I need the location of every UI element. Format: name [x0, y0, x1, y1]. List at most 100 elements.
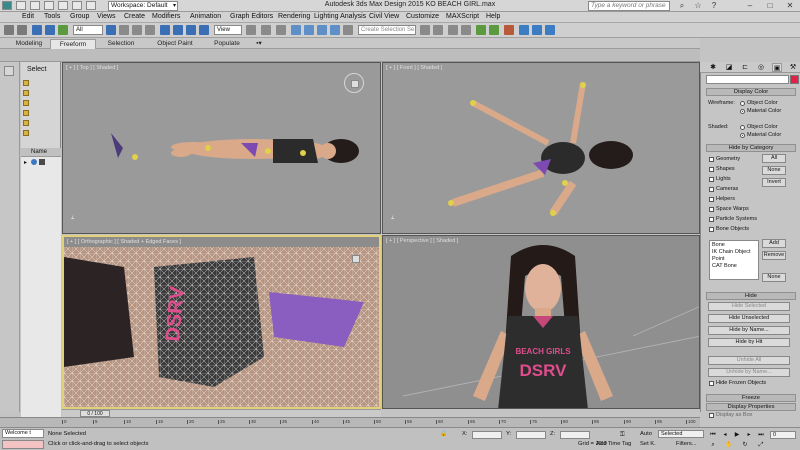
- menu-edit[interactable]: Edit: [22, 13, 34, 20]
- material-editor-icon[interactable]: [504, 25, 514, 35]
- list-item[interactable]: IK Chain Object: [712, 249, 751, 255]
- key-filter-dropdown[interactable]: Selected: [658, 430, 704, 438]
- tab-modeling[interactable]: Modeling: [10, 39, 48, 49]
- auto-key-button[interactable]: Auto: [640, 431, 652, 437]
- rollout-freeze[interactable]: Freeze: [706, 394, 796, 402]
- play-icon[interactable]: ▶: [732, 431, 742, 439]
- viewport-top[interactable]: [ + ] [ Top ] [ Shaded ] ⟂: [62, 62, 381, 234]
- project-folder-icon[interactable]: [86, 1, 96, 10]
- maxscript-output-field[interactable]: [2, 440, 44, 449]
- list-item[interactable]: Bone: [712, 242, 725, 248]
- open-file-icon[interactable]: [30, 1, 40, 10]
- category-lights-checkbox[interactable]: [709, 177, 714, 182]
- pivot-center-icon[interactable]: [246, 25, 256, 35]
- lock-selection-icon[interactable]: 🔒: [440, 431, 447, 437]
- filter-geometry-icon[interactable]: [23, 80, 29, 86]
- scale-icon[interactable]: [186, 25, 196, 35]
- save-file-icon[interactable]: [44, 1, 54, 10]
- redo-icon[interactable]: [72, 1, 82, 10]
- prev-frame-icon[interactable]: ◂: [720, 431, 730, 439]
- bone-filter-add-button[interactable]: Add: [762, 239, 786, 248]
- hide-selected-button[interactable]: Hide Selected: [708, 302, 790, 311]
- display-as-box-checkbox[interactable]: [709, 413, 714, 418]
- rectangular-selection-icon[interactable]: [132, 25, 142, 35]
- rollout-hide-by-category[interactable]: Hide by Category: [706, 144, 796, 152]
- spinner-snap-icon[interactable]: [330, 25, 340, 35]
- tab-freeform[interactable]: Freeform: [50, 39, 96, 49]
- hide-frozen-checkbox[interactable]: [709, 381, 714, 386]
- bone-filter-remove-button[interactable]: Remove: [762, 251, 786, 260]
- object-name-field[interactable]: [706, 75, 789, 84]
- select-manipulate-icon[interactable]: [261, 25, 271, 35]
- next-frame-icon[interactable]: ▸: [744, 431, 754, 439]
- rollout-display-properties[interactable]: Display Properties: [706, 403, 796, 411]
- curve-editor-icon[interactable]: [476, 25, 486, 35]
- hide-by-hit-button[interactable]: Hide by Hit: [708, 338, 790, 347]
- viewcube-top[interactable]: [344, 73, 364, 93]
- minimize-button[interactable]: –: [740, 0, 760, 11]
- new-file-icon[interactable]: [16, 1, 26, 10]
- category-space-warps-checkbox[interactable]: [709, 207, 714, 212]
- filter-lights-icon[interactable]: [23, 100, 29, 106]
- zoom-icon[interactable]: ⌕: [708, 441, 718, 449]
- category-invert-button[interactable]: Invert: [762, 178, 786, 187]
- menu-help[interactable]: Help: [486, 13, 500, 20]
- filter-spacewarps-icon[interactable]: [23, 130, 29, 136]
- undo-tool-icon[interactable]: [4, 25, 14, 35]
- key-icon[interactable]: ⚿: [620, 432, 624, 439]
- category-cameras-checkbox[interactable]: [709, 187, 714, 192]
- scene-tree[interactable]: ▸: [21, 157, 61, 450]
- pan-icon[interactable]: ✋: [724, 441, 734, 449]
- viewport-perspective[interactable]: [ + ] [ Perspective ] [ Shaded ] BEACH G…: [382, 235, 700, 409]
- percent-snap-icon[interactable]: [317, 25, 327, 35]
- keyboard-shortcut-icon[interactable]: [276, 25, 286, 35]
- hide-unselected-button[interactable]: Hide Unselected: [708, 314, 790, 323]
- bind-space-warp-icon[interactable]: [58, 25, 68, 35]
- current-frame-field[interactable]: 0: [770, 431, 796, 439]
- edit-named-selection-icon[interactable]: [343, 25, 353, 35]
- unhide-by-name-button[interactable]: Unhide by Name...: [708, 368, 790, 377]
- category-particle-systems-checkbox[interactable]: [709, 217, 714, 222]
- undo-icon[interactable]: [58, 1, 68, 10]
- category-all-button[interactable]: All: [762, 154, 786, 163]
- move-icon[interactable]: [160, 25, 170, 35]
- graphite-toggle-icon[interactable]: [461, 25, 471, 35]
- add-time-tag-label[interactable]: Add Time Tag: [596, 441, 631, 447]
- align-icon[interactable]: [433, 25, 443, 35]
- utilities-tab-icon[interactable]: ⚒: [788, 63, 798, 72]
- maxscript-listener-input[interactable]: Welcome t: [2, 429, 44, 438]
- display-tab-icon[interactable]: ▣: [772, 63, 782, 72]
- wireframe-object-color-radio[interactable]: [740, 101, 745, 106]
- expand-icon[interactable]: ▸: [24, 159, 27, 166]
- list-item[interactable]: Point: [712, 256, 725, 262]
- menu-tools[interactable]: Tools: [44, 13, 60, 20]
- modify-tab-icon[interactable]: ◪: [724, 63, 734, 72]
- schematic-view-icon[interactable]: [489, 25, 499, 35]
- named-selection-dropdown[interactable]: Create Selection Se: [358, 25, 416, 35]
- scene-root-icon[interactable]: [31, 159, 37, 165]
- name-column-header[interactable]: Name: [21, 148, 61, 157]
- reference-coordinate-dropdown[interactable]: View: [214, 25, 242, 35]
- category-helpers-checkbox[interactable]: [709, 197, 714, 202]
- menu-graph-editors[interactable]: Graph Editors: [230, 13, 273, 20]
- time-slider-knob[interactable]: 0 / 100: [80, 410, 110, 417]
- maximize-button[interactable]: □: [760, 0, 780, 11]
- tab-object-paint[interactable]: Object Paint: [152, 39, 198, 49]
- category-geometry-checkbox[interactable]: [709, 157, 714, 162]
- motion-tab-icon[interactable]: ◎: [756, 63, 766, 72]
- unlink-icon[interactable]: [45, 25, 55, 35]
- selection-filter-dropdown[interactable]: All: [73, 25, 103, 35]
- select-object-icon[interactable]: [106, 25, 116, 35]
- layer-manager-icon[interactable]: [448, 25, 458, 35]
- menu-lighting-analysis[interactable]: Lighting Analysis: [314, 13, 366, 20]
- category-none-button[interactable]: None: [762, 166, 786, 175]
- rendered-frame-window-icon[interactable]: [532, 25, 542, 35]
- menu-group[interactable]: Group: [70, 13, 89, 20]
- orbit-icon[interactable]: ↻: [740, 441, 750, 449]
- key-filters-button[interactable]: Filters...: [676, 441, 697, 447]
- help-icon[interactable]: ?: [704, 0, 724, 11]
- viewcube-ortho[interactable]: [346, 249, 366, 269]
- menu-create[interactable]: Create: [124, 13, 145, 20]
- shaded-object-color-radio[interactable]: [740, 125, 745, 130]
- close-button[interactable]: ✕: [780, 0, 800, 11]
